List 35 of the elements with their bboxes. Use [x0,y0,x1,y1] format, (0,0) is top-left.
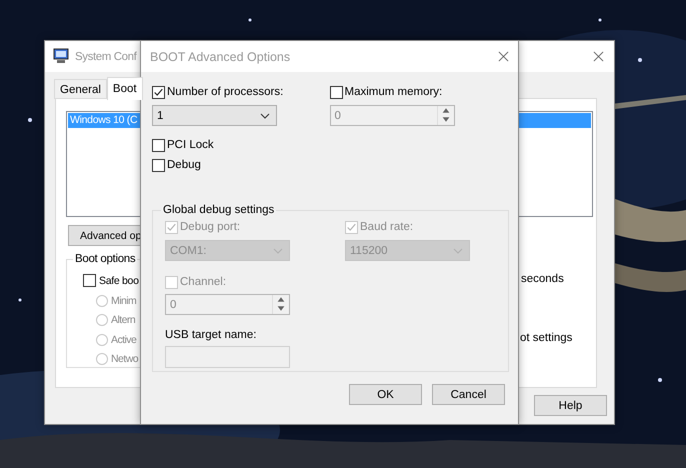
checkbox-label: Debug port: [180,221,240,233]
checkbox[interactable] [152,86,165,98]
cancel-button[interactable]: Cancel [432,384,505,405]
permanent-settings-label: ot settings [520,332,572,344]
chevron-down-icon [260,112,270,118]
monitor-icon [53,48,69,64]
checkbox[interactable] [152,158,165,172]
checkbox-label: Safe boo [99,274,139,286]
group-title: Boot options [74,253,136,265]
chevron-down-icon [453,248,463,254]
checkbox[interactable] [152,138,165,152]
close-icon[interactable] [593,51,604,62]
checkbox-label: Baud rate: [360,221,414,233]
radio-label: Active [111,334,136,346]
field-label: USB target name: [165,329,258,341]
checkbox-label: Number of processors: [167,86,284,98]
ok-button[interactable]: OK [349,384,422,405]
checkbox-label: Debug [167,159,201,171]
checkbox-label: PCI Lock [167,139,214,151]
checkbox-label: Maximum memory: [344,86,442,98]
close-icon[interactable] [498,51,509,62]
radio-label: Netwo [111,353,138,366]
processors-dropdown[interactable]: 1 [152,105,277,126]
tab[interactable]: General [54,79,107,99]
checkbox-label: Channel: [180,276,226,288]
chevron-down-icon [273,248,283,254]
checkbox[interactable] [83,274,96,287]
radio-label: Minim [111,294,136,307]
group-title: Global debug settings [162,204,276,216]
help-button[interactable]: Help [534,395,607,416]
radio-label: Altern [111,314,136,326]
timeout-unit-label: seconds [521,273,564,285]
window-title: System Conf [75,50,136,62]
tab[interactable]: Boot [106,77,143,100]
dialog-title: BOOT Advanced Options [150,50,290,64]
